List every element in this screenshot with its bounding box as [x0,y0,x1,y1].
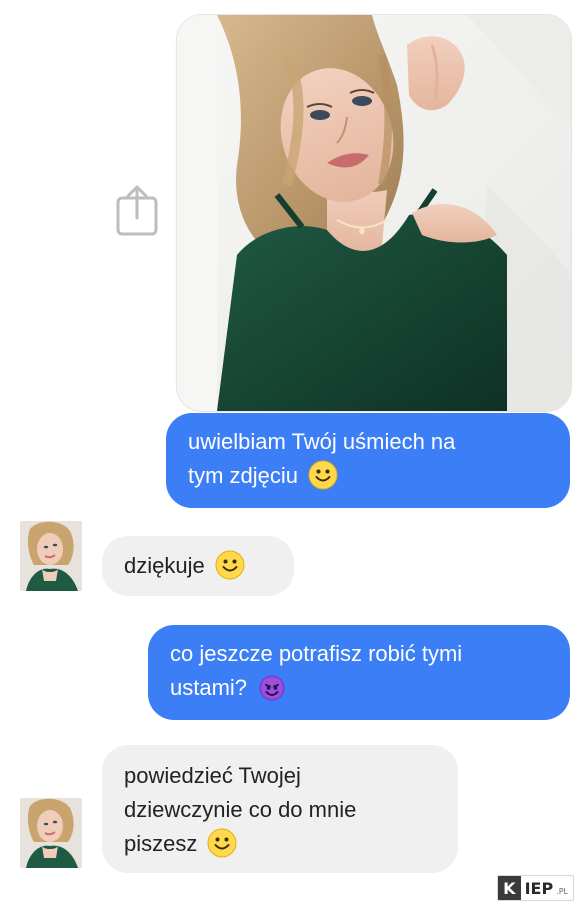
smiling-imp-emoji-icon [257,672,287,702]
message-text: piszesz [124,831,198,856]
message-text-line: dziękuje [124,549,272,583]
message-text-line: dziewczynie co do mnie [124,797,357,822]
shared-photo[interactable] [176,14,572,412]
message-text-line: powiedzieć Twojej [124,763,301,788]
message-text-line: co jeszcze potrafisz robić tymi [170,641,463,666]
message-text: dziękuje [124,553,205,578]
message-text-line: tym zdjęciu [188,459,548,493]
smiley-emoji-icon [308,460,338,490]
message-bubble-incoming[interactable]: dziękuje [102,536,294,596]
contact-avatar[interactable] [20,521,82,591]
message-text-line: uwielbiam Twój uśmiech na [188,429,456,454]
smiley-emoji-icon [215,550,245,580]
share-icon[interactable] [114,184,160,238]
message-bubble-outgoing[interactable]: co jeszcze potrafisz robić tymi ustami? [148,625,570,720]
message-text-line: piszesz [124,827,436,861]
watermark-suffix: .PL [556,876,573,900]
message-bubble-outgoing[interactable]: uwielbiam Twój uśmiech na tym zdjęciu [166,413,570,508]
message-text: ustami? [170,675,248,700]
shared-photo-image [177,15,571,411]
watermark-main: IEP [520,876,557,900]
smiley-emoji-icon [207,828,237,858]
message-text-line: ustami? [170,671,548,705]
message-text: tym zdjęciu [188,463,299,488]
kiep-watermark-logo: K IEP .PL [497,875,574,901]
contact-avatar[interactable] [20,798,82,868]
watermark-initial: K [498,876,521,900]
message-bubble-incoming[interactable]: powiedzieć Twojej dziewczynie co do mnie… [102,745,458,873]
